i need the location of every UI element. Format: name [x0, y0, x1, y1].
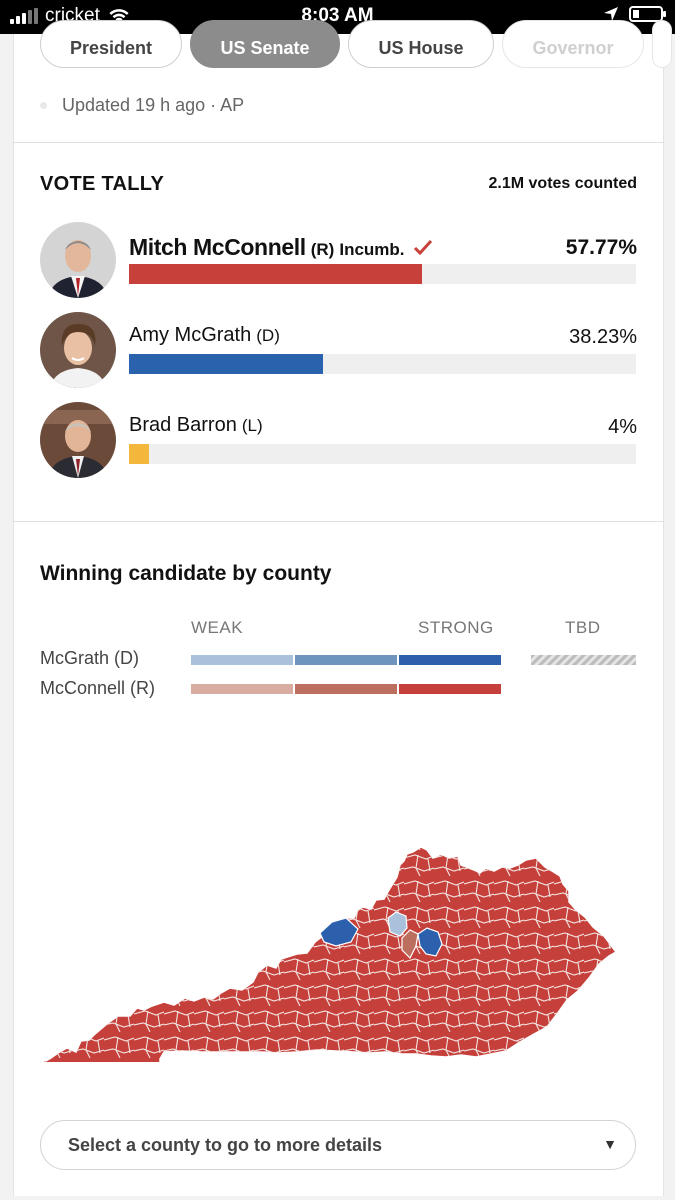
candidate-percent: 38.23% [569, 326, 637, 348]
tab-president[interactable]: President [40, 20, 182, 68]
candidate-name-line: Mitch McConnell (R) Incumb. [129, 234, 433, 261]
legend-swatch [191, 684, 293, 694]
candidate-party: (R) [310, 240, 335, 259]
tally-title: VOTE TALLY [40, 173, 165, 195]
live-dot-icon [40, 102, 47, 109]
tab-next[interactable] [652, 20, 672, 68]
vote-share-bar [129, 264, 636, 284]
legend-dem-label: McGrath (D) [40, 648, 139, 668]
county-select-label: Select a county to go to more details [68, 1135, 383, 1155]
vote-share-bar [129, 444, 636, 464]
legend-swatch [295, 655, 397, 665]
vote-share-fill [129, 354, 323, 374]
legend-rep-swatches [191, 684, 501, 694]
legend-strong-label: STRONG [418, 618, 494, 637]
candidate-name-line: Amy McGrath (D) [129, 324, 280, 347]
winner-check-icon [413, 239, 432, 255]
legend-tbd-swatch [531, 655, 636, 665]
legend-swatch [399, 684, 501, 694]
candidate-row[interactable]: Amy McGrath (D) 38.23% [40, 312, 637, 388]
updated-text: Updated 19 h ago · AP [62, 95, 245, 115]
candidate-name: Brad Barron [129, 414, 237, 436]
county-map-title: Winning candidate by county [40, 562, 332, 585]
tab-governor[interactable]: Governor [502, 20, 644, 68]
candidate-party: (L) [241, 416, 263, 435]
vote-share-fill [129, 264, 422, 284]
race-tabs: President US Senate US House Governor [40, 20, 672, 68]
candidate-name: Amy McGrath [129, 324, 252, 346]
candidate-name: Mitch McConnell [129, 234, 306, 260]
legend-swatch [295, 684, 397, 694]
vote-share-fill [129, 444, 150, 464]
legend-rep-label: McConnell (R) [40, 678, 156, 698]
candidate-percent: 4% [608, 416, 637, 438]
updated-line: Updated 19 h ago · AP [40, 95, 244, 116]
candidate-avatar [40, 312, 116, 388]
county-results-card: Winning candidate by county WEAK STRONG … [13, 522, 664, 1196]
candidate-row[interactable]: Brad Barron (L) 4% [40, 402, 637, 478]
tab-us-senate[interactable]: US Senate [190, 20, 340, 68]
candidate-party: (D) [256, 326, 280, 345]
candidate-name-line: Brad Barron (L) [129, 414, 263, 437]
vote-share-bar [129, 354, 636, 374]
legend-swatch [191, 655, 293, 665]
race-header-card: President US Senate US House Governor Up… [13, 20, 672, 143]
legend-swatch [399, 655, 501, 665]
legend-dem-swatches [191, 655, 501, 665]
legend-weak-label: WEAK [191, 618, 244, 637]
candidate-avatar [40, 222, 116, 298]
candidate-avatar [40, 402, 116, 478]
incumbent-badge: Incumb. [339, 240, 405, 259]
vote-tally-card: VOTE TALLY 2.1M votes counted Mitch McCo… [13, 143, 664, 522]
chevron-down-icon: ▼ [603, 1136, 617, 1152]
candidate-row[interactable]: Mitch McConnell (R) Incumb. 57.77% [40, 222, 637, 298]
candidate-percent: 57.77% [565, 236, 637, 259]
votes-counted: 2.1M votes counted [488, 175, 637, 192]
legend-tbd-label: TBD [565, 618, 601, 637]
county-select[interactable]: Select a county to go to more details ▼ [40, 1120, 636, 1170]
kentucky-county-grid [44, 847, 616, 1062]
kentucky-county-map[interactable] [14, 772, 663, 1062]
tab-us-house[interactable]: US House [348, 20, 494, 68]
